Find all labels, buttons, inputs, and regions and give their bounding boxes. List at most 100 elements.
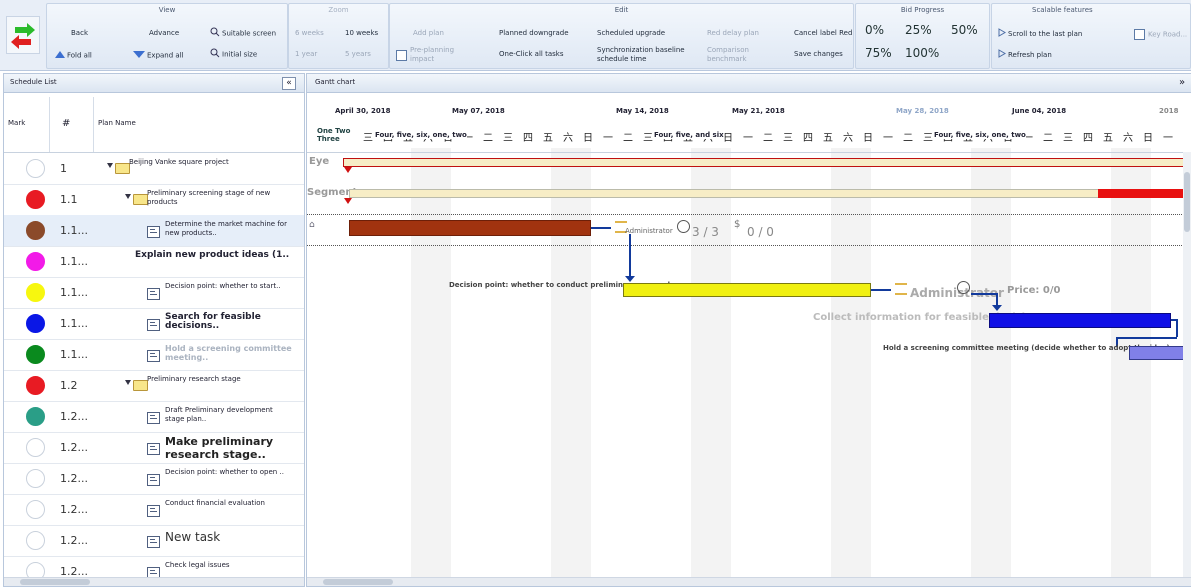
weekday-glyph: 三 <box>363 133 373 144</box>
collapse-panel-button[interactable]: « <box>282 77 296 90</box>
comparison-benchmark-button[interactable]: Comparison benchmark <box>707 46 767 64</box>
expand-panel-button[interactable]: » <box>1179 77 1185 88</box>
table-row[interactable]: 1 Beijing Vanke square project <box>4 153 304 185</box>
refresh-plan-button[interactable]: Refresh plan <box>998 49 1052 61</box>
table-row[interactable]: 1.2... Decision point: whether to open .. <box>4 463 304 495</box>
segment-summary-bar[interactable] <box>349 189 1185 198</box>
scrollbar-thumb[interactable] <box>323 579 393 585</box>
mark-color-dot[interactable] <box>26 407 45 426</box>
weekday-glyph: 五 <box>823 133 833 144</box>
table-row[interactable]: 1.1... Search for feasible decisions.. <box>4 308 304 340</box>
folder-icon <box>133 194 148 205</box>
column-plan-name[interactable]: Plan Name <box>94 97 294 152</box>
row-number: 1.2... <box>60 503 88 516</box>
table-row[interactable]: 1.1 Preliminary screening stage of new pr… <box>4 184 304 216</box>
scrollbar-thumb[interactable] <box>1184 172 1190 232</box>
weekday-glyph: 日 <box>723 133 733 144</box>
view-group: View Back Advance Suitable screen Fold a… <box>46 3 288 69</box>
timeline-date-label: April 30, 2018 <box>335 107 391 115</box>
progress-25-button[interactable]: 25% <box>905 24 932 36</box>
ten-weeks-button[interactable]: 10 weeks <box>345 29 378 38</box>
back-button[interactable]: Back <box>71 29 88 38</box>
suitable-screen-button[interactable]: Suitable screen <box>210 27 276 40</box>
mark-color-dot[interactable] <box>26 376 45 395</box>
expand-all-button[interactable]: Expand all <box>133 50 184 61</box>
preplanning-impact-checkbox[interactable]: Pre-planning impact <box>396 46 460 64</box>
column-number[interactable]: # <box>50 97 94 152</box>
collect-task-bar[interactable] <box>989 313 1171 328</box>
table-row[interactable]: 1.2... Make preliminary research stage.. <box>4 432 304 464</box>
mark-color-dot[interactable] <box>26 159 45 178</box>
mark-color-dot[interactable] <box>26 500 45 519</box>
mark-color-dot[interactable] <box>26 252 45 271</box>
weekday-glyph: 一 <box>743 133 753 144</box>
column-mark[interactable]: Mark <box>4 97 50 152</box>
plan-name-label: Make preliminary research stage.. <box>165 435 274 461</box>
dependency-arrow <box>1176 319 1178 337</box>
app-logo-icon[interactable] <box>6 16 40 54</box>
task-icon <box>147 536 160 548</box>
five-years-button[interactable]: 5 years <box>345 50 371 59</box>
planned-downgrade-button[interactable]: Planned downgrade <box>499 29 569 38</box>
table-row[interactable]: 1.1... Decision point: whether to start.. <box>4 277 304 309</box>
task-icon <box>147 288 160 300</box>
weekday-glyph: 三 <box>643 133 653 144</box>
sync-baseline-button[interactable]: Synchronization baseline schedule time <box>597 46 693 64</box>
schedule-list-header: Schedule List « <box>4 74 304 93</box>
key-road-checkbox[interactable]: Key Road... <box>1134 29 1187 40</box>
mark-color-dot[interactable] <box>26 345 45 364</box>
mark-color-dot[interactable] <box>26 221 45 240</box>
cancel-label-red-button[interactable]: Cancel label Red <box>794 29 852 38</box>
eye-summary-bar[interactable] <box>343 158 1185 167</box>
gantt-vertical-scrollbar[interactable] <box>1183 152 1191 577</box>
weekend-shade <box>551 148 591 578</box>
fold-all-button[interactable]: Fold all <box>55 50 92 61</box>
mark-color-dot[interactable] <box>26 531 45 550</box>
table-row[interactable]: 1.1... Explain new product ideas (1.. <box>4 246 304 278</box>
key-road-label: Key Road... <box>1148 30 1188 39</box>
initial-size-button[interactable]: Initial size <box>210 48 257 61</box>
collapse-arrow-icon[interactable] <box>107 163 113 168</box>
add-plan-button[interactable]: Add plan <box>413 29 444 38</box>
meeting-task-bar[interactable] <box>1129 346 1191 360</box>
mark-color-dot[interactable] <box>26 190 45 209</box>
table-row[interactable]: 1.1... Hold a screening committee meeting… <box>4 339 304 371</box>
progress-75-button[interactable]: 75% <box>865 47 892 59</box>
week-range-label: Four, five, six, one, two <box>934 131 1026 139</box>
weekend-shade <box>411 148 451 578</box>
market-machine-task-bar[interactable] <box>349 220 591 236</box>
dotted-separator <box>307 245 1182 246</box>
weekend-shade <box>831 148 871 578</box>
table-row[interactable]: 1.2... Conduct financial evaluation <box>4 494 304 526</box>
link-line <box>871 289 891 291</box>
progress-50-button[interactable]: 50% <box>951 24 978 36</box>
timeline-date-label: May 28, 2018 <box>896 107 949 115</box>
progress-0-button[interactable]: 0% <box>865 24 884 36</box>
scrollbar-thumb[interactable] <box>20 579 90 585</box>
dependency-arrowhead <box>992 305 1002 311</box>
collapse-arrow-icon[interactable] <box>125 380 131 385</box>
weekday-glyph: 一 <box>1163 133 1173 144</box>
timeline-date-label: May 07, 2018 <box>452 107 505 115</box>
bid-progress-title: Bid Progress <box>900 6 945 14</box>
progress-100-button[interactable]: 100% <box>905 47 939 59</box>
save-changes-button[interactable]: Save changes <box>794 50 843 59</box>
scheduled-upgrade-button[interactable]: Scheduled upgrade <box>597 29 665 38</box>
table-row[interactable]: 1.2... New task <box>4 525 304 557</box>
collapse-arrow-icon[interactable] <box>125 194 131 199</box>
table-row[interactable]: 1.2... Draft Preliminary development stag… <box>4 401 304 433</box>
mark-color-dot[interactable] <box>26 314 45 333</box>
mark-color-dot[interactable] <box>26 469 45 488</box>
decision-task-bar[interactable] <box>623 283 871 297</box>
mark-color-dot[interactable] <box>26 438 45 457</box>
advance-button[interactable]: Advance <box>149 29 179 38</box>
table-row[interactable]: 1.2 Preliminary research stage <box>4 370 304 402</box>
red-delay-plan-button[interactable]: Red delay plan <box>707 29 759 38</box>
task-icon <box>147 319 160 331</box>
scroll-last-plan-button[interactable]: Scroll to the last plan <box>998 28 1082 40</box>
one-year-button[interactable]: 1 year <box>295 50 317 59</box>
one-click-all-tasks-button[interactable]: One-Click all tasks <box>499 50 563 59</box>
table-row[interactable]: 1.1... Determine the market machine for n… <box>4 215 304 247</box>
six-weeks-button[interactable]: 6 weeks <box>295 29 324 38</box>
mark-color-dot[interactable] <box>26 283 45 302</box>
